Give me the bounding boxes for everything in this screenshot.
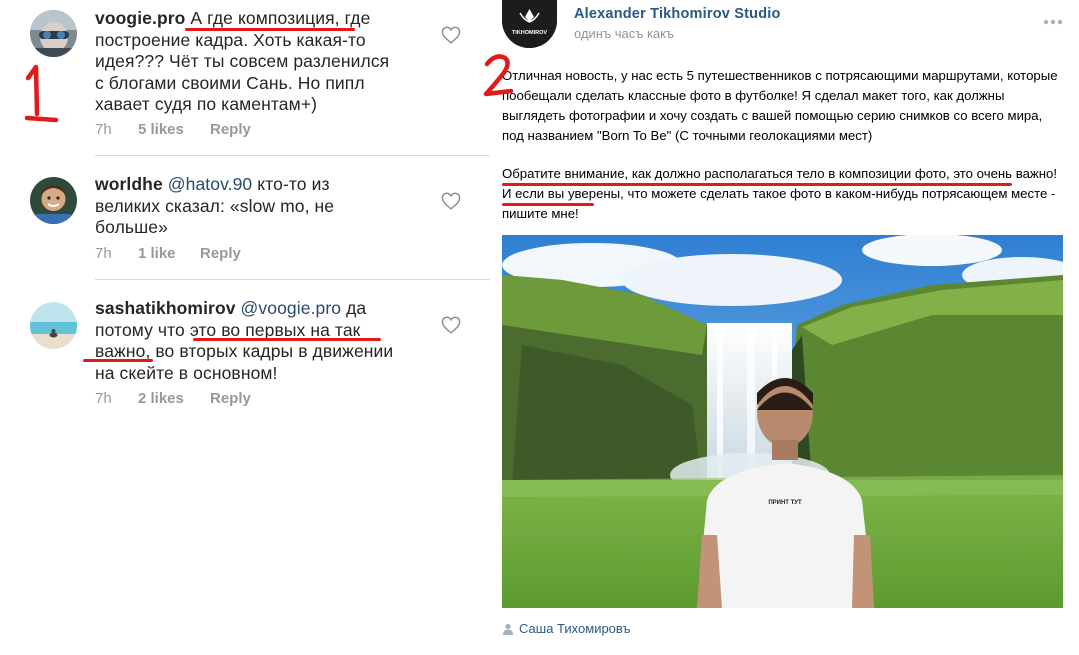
heart-icon[interactable]: [441, 26, 461, 44]
more-dots-icon[interactable]: [1043, 12, 1063, 28]
annotation-underline: [83, 359, 153, 362]
separator: [95, 279, 490, 280]
comment-username[interactable]: sashatikhomirov: [95, 298, 236, 318]
comment-likes[interactable]: 5 likes: [138, 121, 210, 138]
comment-text: voogie.pro А где композиция, где построе…: [95, 8, 395, 116]
post-time[interactable]: одинъ часъ какъ: [574, 26, 674, 41]
reply-button[interactable]: Reply: [210, 390, 251, 407]
annotation-number-1: [22, 62, 62, 126]
annotation-number-2: [480, 52, 518, 100]
heart-icon[interactable]: [441, 192, 461, 210]
heart-icon[interactable]: [441, 316, 461, 334]
reply-button[interactable]: Reply: [200, 245, 241, 262]
comment-meta: 7h 1 like Reply: [95, 245, 241, 262]
shirt-print-text: ПРИНТ ТУТ: [768, 500, 802, 506]
annotation-underline: [193, 338, 381, 341]
avatar-voogie[interactable]: [30, 10, 77, 57]
studio-avatar[interactable]: TIKHOMIROV: [502, 0, 557, 48]
comments-panel: voogie.pro А где композиция, где построе…: [0, 0, 490, 655]
post-image[interactable]: ПРИНТ ТУТ: [502, 235, 1063, 608]
comment-meta: 7h 2 likes Reply: [95, 390, 251, 407]
comment-time: 7h: [95, 245, 112, 262]
separator: [95, 155, 490, 156]
comment-username[interactable]: worldhe: [95, 174, 163, 194]
post-highlight: Обратите внимание, как должно располагат…: [502, 166, 1054, 181]
mention-link[interactable]: @voogie.pro: [241, 298, 342, 318]
avatar-logo-text: TIKHOMIROV: [512, 30, 547, 36]
annotation-underline: [502, 203, 594, 206]
avatar-worldhe[interactable]: [30, 177, 77, 224]
comment-likes[interactable]: 1 like: [138, 245, 200, 262]
comment-likes[interactable]: 2 likes: [138, 390, 210, 407]
comment-highlight: А где композиция: [190, 8, 335, 28]
comment-username[interactable]: voogie.pro: [95, 8, 185, 28]
reply-button[interactable]: Reply: [210, 121, 251, 138]
annotation-underline: [185, 28, 355, 31]
mention-link[interactable]: @hatov.90: [168, 174, 253, 194]
comment-text: sashatikhomirov @voogie.pro да потому чт…: [95, 298, 395, 384]
comment-meta: 7h 5 likes Reply: [95, 121, 251, 138]
post-signer[interactable]: Саша Тихомировъ: [502, 621, 631, 636]
person-icon: [503, 623, 513, 635]
annotation-underline: [502, 183, 1012, 186]
post-paragraph-1: Отличная новость, у нас есть 5 путешеств…: [502, 68, 1058, 143]
signer-name[interactable]: Саша Тихомировъ: [519, 621, 631, 636]
avatar-sashatikhomirov[interactable]: [30, 302, 77, 349]
post-paragraph-2: Обратите внимание, как должно располагат…: [502, 164, 1067, 224]
comment-text: worldhe @hatov.90 кто-то из великих сказ…: [95, 174, 395, 239]
comment-time: 7h: [95, 390, 112, 407]
post-panel: TIKHOMIROV Alexander Tikhomirov Studio о…: [483, 0, 1079, 655]
post-author[interactable]: Alexander Tikhomirov Studio: [574, 6, 781, 22]
comment-time: 7h: [95, 121, 112, 138]
